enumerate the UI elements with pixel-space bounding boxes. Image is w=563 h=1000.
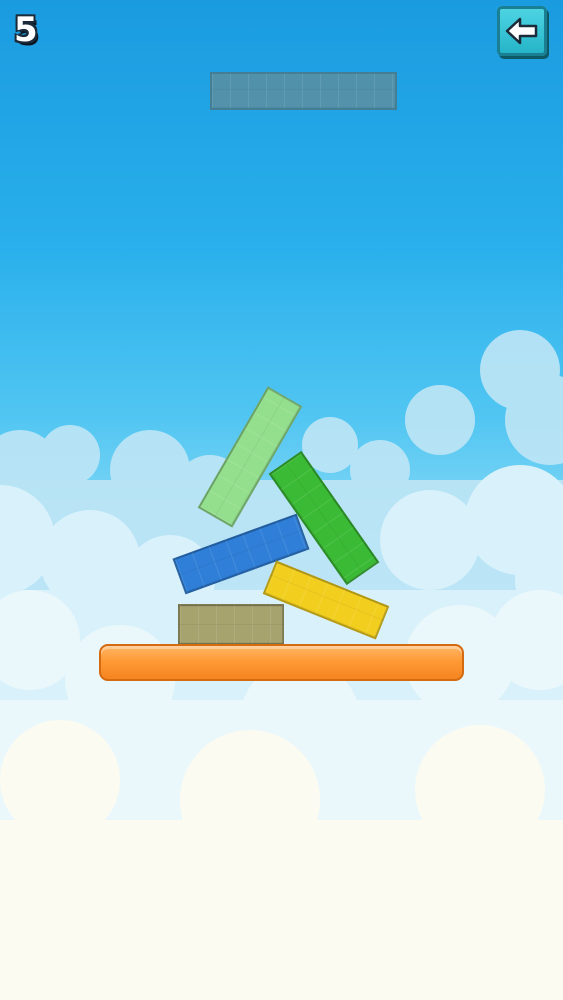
score-counter: 5 bbox=[14, 10, 39, 50]
game-stage[interactable]: 5 bbox=[0, 0, 563, 1000]
cloud-background bbox=[0, 330, 563, 1000]
base-platform bbox=[99, 644, 464, 681]
back-button[interactable] bbox=[497, 6, 547, 56]
next-block-preview[interactable] bbox=[210, 72, 397, 110]
arrow-left-icon bbox=[505, 17, 538, 45]
stacked-block-olive bbox=[178, 604, 284, 645]
